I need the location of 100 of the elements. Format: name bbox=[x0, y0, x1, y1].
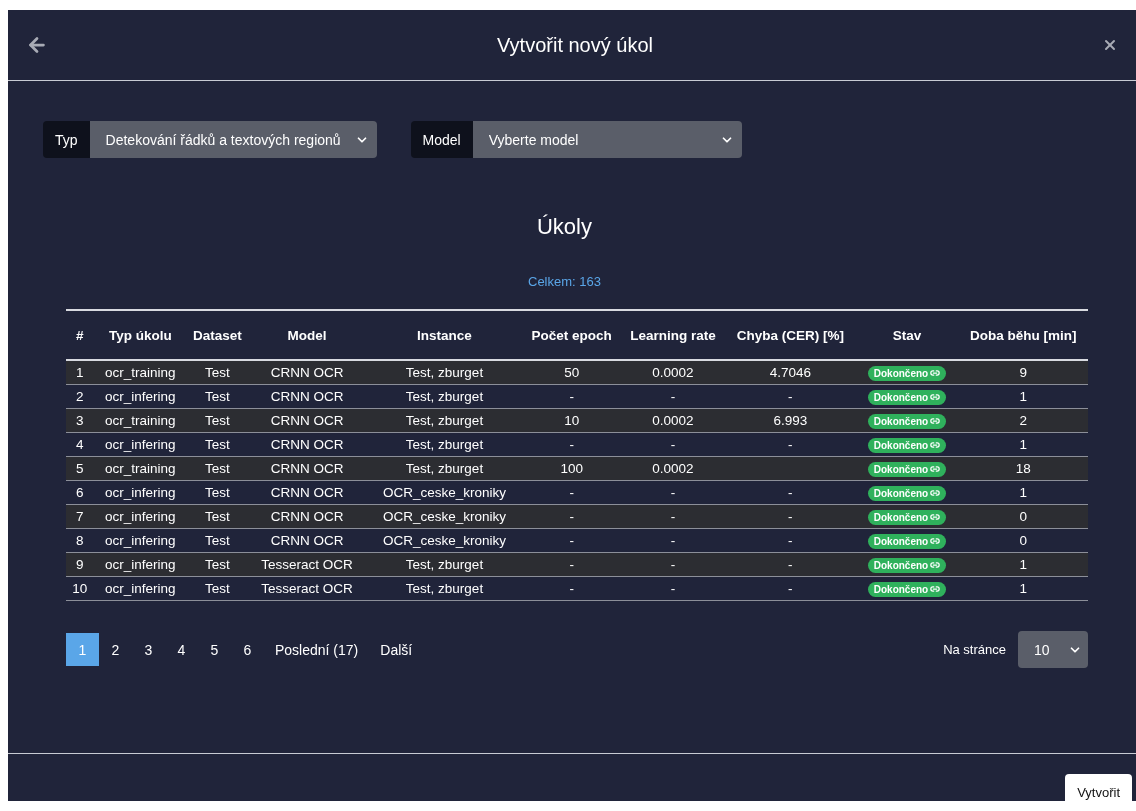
table-cell: 3 bbox=[66, 408, 94, 433]
filter-select[interactable]: Detekování řádků a textových regionů bbox=[89, 121, 377, 158]
table-cell: Test bbox=[187, 432, 248, 457]
table-cell: OCR_ceske_kroniky bbox=[366, 480, 523, 505]
table-cell: Test, zburget bbox=[366, 408, 523, 433]
table-cell: OCR_ceske_kroniky bbox=[366, 528, 523, 553]
table-cell: 8 bbox=[66, 528, 94, 553]
table-cell: 0.0002 bbox=[620, 360, 726, 385]
page-button[interactable]: 6 bbox=[231, 633, 264, 666]
table-cell: 1 bbox=[958, 384, 1088, 409]
table-cell: Test bbox=[187, 576, 248, 601]
table-cell: - bbox=[620, 432, 726, 457]
table-cell: - bbox=[522, 384, 621, 409]
table-cell: - bbox=[725, 480, 856, 505]
table-cell: - bbox=[522, 480, 621, 505]
table-cell: CRNN OCR bbox=[247, 384, 367, 409]
table-cell: 0 bbox=[958, 504, 1088, 529]
dialog-title: Vytvořit nový úkol bbox=[497, 33, 653, 57]
back-button[interactable] bbox=[26, 34, 48, 56]
table-cell: Test, zburget bbox=[366, 456, 523, 481]
filter-label: Model bbox=[410, 121, 473, 158]
table-cell: 0.0002 bbox=[620, 408, 726, 433]
last-page-link[interactable]: Poslední (17) bbox=[264, 633, 370, 666]
table-cell: Test bbox=[187, 360, 248, 385]
close-button[interactable] bbox=[1102, 37, 1118, 53]
table-cell: - bbox=[725, 432, 856, 457]
page-button[interactable]: 4 bbox=[165, 633, 198, 666]
table-cell: Tesseract OCR bbox=[247, 576, 367, 601]
table-cell: 7 bbox=[66, 504, 94, 529]
table-cell: - bbox=[725, 504, 856, 529]
page-button[interactable]: 3 bbox=[132, 633, 165, 666]
link-icon bbox=[930, 512, 941, 522]
table-cell: - bbox=[725, 528, 856, 553]
link-icon bbox=[930, 440, 941, 450]
table-cell: 9 bbox=[66, 552, 94, 577]
table-cell: CRNN OCR bbox=[247, 408, 367, 433]
create-button[interactable]: Vytvořit bbox=[1065, 774, 1132, 801]
table-cell: Test bbox=[187, 384, 248, 409]
table-cell: Test, zburget bbox=[366, 576, 523, 601]
table-cell: - bbox=[522, 504, 621, 529]
table-cell: 1 bbox=[958, 576, 1088, 601]
table-cell: - bbox=[620, 576, 726, 601]
next-page-link[interactable]: Další bbox=[369, 633, 424, 666]
table-cell: - bbox=[522, 528, 621, 553]
table-cell: 1 bbox=[958, 432, 1088, 457]
table-cell: 4.7046 bbox=[725, 360, 856, 385]
link-icon bbox=[930, 464, 941, 474]
table-cell: OCR_ceske_kroniky bbox=[366, 504, 523, 529]
table-cell: Test, zburget bbox=[366, 360, 523, 385]
table-cell: CRNN OCR bbox=[247, 480, 367, 505]
table-cell: - bbox=[522, 576, 621, 601]
table-cell: 2 bbox=[958, 408, 1088, 433]
page-button[interactable]: 2 bbox=[99, 633, 132, 666]
link-icon bbox=[930, 536, 941, 546]
table-cell: Test, zburget bbox=[366, 384, 523, 409]
table-cell: Test bbox=[187, 504, 248, 529]
table-cell: 4 bbox=[66, 432, 94, 457]
link-icon bbox=[930, 584, 941, 594]
table-cell: 5 bbox=[66, 456, 94, 481]
table-cell: CRNN OCR bbox=[247, 528, 367, 553]
table-cell: - bbox=[620, 384, 726, 409]
link-icon bbox=[930, 560, 941, 570]
table-cell: 0 bbox=[958, 528, 1088, 553]
table-cell: ocr_infering bbox=[93, 432, 188, 457]
table-cell: - bbox=[522, 432, 621, 457]
table-cell: Test bbox=[187, 480, 248, 505]
table-cell: Tesseract OCR bbox=[247, 552, 367, 577]
table-cell: - bbox=[725, 576, 856, 601]
table-cell: ocr_infering bbox=[93, 384, 188, 409]
filter-label: Typ bbox=[43, 121, 90, 158]
table-cell: CRNN OCR bbox=[247, 432, 367, 457]
table-cell: CRNN OCR bbox=[247, 504, 367, 529]
page-button[interactable]: 5 bbox=[198, 633, 231, 666]
table-cell: 10 bbox=[66, 576, 94, 601]
table-cell: Test bbox=[187, 528, 248, 553]
table-cell: CRNN OCR bbox=[247, 456, 367, 481]
table-cell: ocr_infering bbox=[93, 552, 188, 577]
table-cell: - bbox=[620, 504, 726, 529]
table-cell: 1 bbox=[958, 552, 1088, 577]
table-cell: ocr_infering bbox=[93, 576, 188, 601]
table-cell: 9 bbox=[958, 360, 1088, 385]
table-cell: 100 bbox=[522, 456, 621, 481]
table-cell: Test bbox=[187, 552, 248, 577]
table-cell: CRNN OCR bbox=[247, 360, 367, 385]
link-icon bbox=[930, 392, 941, 402]
filter-select[interactable]: Vyberte model bbox=[472, 121, 742, 158]
table-cell: 1 bbox=[958, 480, 1088, 505]
table-cell: - bbox=[620, 480, 726, 505]
table-cell: 18 bbox=[958, 456, 1088, 481]
table-cell: ocr_training bbox=[93, 408, 188, 433]
table-cell: ocr_infering bbox=[93, 504, 188, 529]
table-cell: - bbox=[725, 552, 856, 577]
link-icon bbox=[930, 368, 941, 378]
table-cell: ocr_training bbox=[93, 360, 188, 385]
table-cell: ocr_infering bbox=[93, 480, 188, 505]
per-page-select[interactable]: 10 bbox=[1018, 631, 1088, 668]
table-cell: 10 bbox=[522, 408, 621, 433]
table-cell: ocr_infering bbox=[93, 528, 188, 553]
table-cell: ocr_training bbox=[93, 456, 188, 481]
table-cell: Test, zburget bbox=[366, 432, 523, 457]
